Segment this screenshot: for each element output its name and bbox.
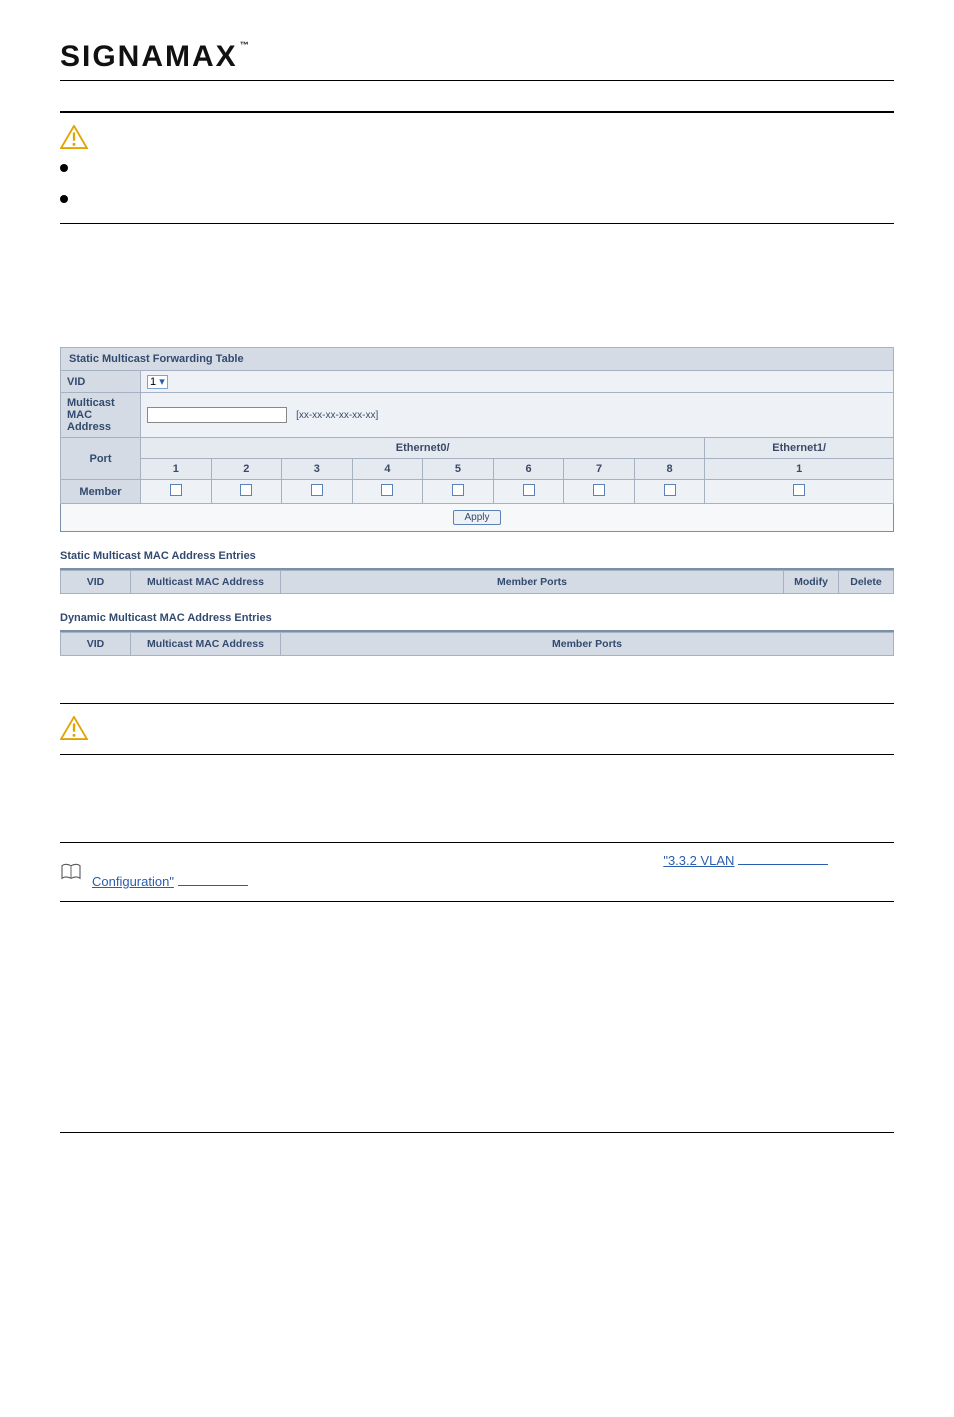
note-label: Note: <box>92 853 123 868</box>
example-intro: Configure the device to: <box>60 282 894 303</box>
port-col: 4 <box>352 459 423 480</box>
member-checkbox[interactable] <box>381 484 393 496</box>
col-mac: Multicast MAC Address <box>131 571 281 594</box>
note-block: Note: This section describes the configu… <box>60 851 894 893</box>
note-bottom-rule <box>60 901 894 902</box>
member-checkbox[interactable] <box>793 484 805 496</box>
member-checkbox[interactable] <box>593 484 605 496</box>
configuration-example-heading: Configuration Example <box>60 252 894 272</box>
bullet-dot-icon <box>60 195 68 203</box>
caution2-top-rule <box>60 703 894 704</box>
bullet-text: When you delete all the ports of a certa… <box>82 190 894 211</box>
bullet-dot-icon <box>60 164 68 172</box>
static-entries-table: VID Multicast MAC Address Member Ports M… <box>60 570 894 594</box>
header-rule <box>60 80 894 81</box>
col-ports: Member Ports <box>281 571 784 594</box>
book-icon <box>60 863 82 881</box>
caution-bullets: When you delete a certain VLAN, the mult… <box>60 159 894 211</box>
bullet-item: When you delete all the ports of a certa… <box>60 190 894 211</box>
caution-block-1: Caution: <box>60 123 894 149</box>
vid-label: VID <box>61 371 141 393</box>
note-link-2[interactable]: Configuration" <box>92 874 174 889</box>
member-checkbox[interactable] <box>170 484 182 496</box>
member-label: Member <box>61 480 141 504</box>
note-link-underline <box>738 854 828 866</box>
multicast-forwarding-table: Static Multicast Forwarding Table VID 1 … <box>60 347 894 532</box>
port-col: 1 <box>141 459 212 480</box>
port-col: 6 <box>493 459 564 480</box>
chevron-down-icon: ▾ <box>159 376 165 388</box>
port-col: 3 <box>282 459 353 480</box>
port-col: 8 <box>634 459 705 480</box>
vid-cell: 1 ▾ <box>141 371 894 393</box>
port-col: 1 <box>705 459 894 480</box>
mac-hint: [xx-xx-xx-xx-xx-xx] <box>296 410 378 421</box>
table-title: Static Multicast Forwarding Table <box>61 348 894 371</box>
caution-label: Caution: <box>96 714 149 729</box>
col-mac: Multicast MAC Address <box>131 633 281 656</box>
member-checkbox[interactable] <box>664 484 676 496</box>
dynamic-entries-table: VID Multicast MAC Address Member Ports <box>60 632 894 656</box>
member-checkbox[interactable] <box>240 484 252 496</box>
member-checkbox[interactable] <box>311 484 323 496</box>
mac-input[interactable] <box>147 407 287 423</box>
note-body-prefix: This section describes the configuration… <box>126 853 663 868</box>
caution-text: Before adding a multicast MAC address in… <box>157 714 894 744</box>
note-text: Note: This section describes the configu… <box>92 851 828 893</box>
footer-rule <box>60 1132 894 1133</box>
note-top-rule <box>60 842 894 843</box>
port-col: 7 <box>564 459 635 480</box>
bullet-text: When you delete a certain VLAN, the mult… <box>82 159 894 180</box>
brand-logo: SIGNAMAX™ <box>60 40 894 74</box>
logo-text: SIGNAMAX™ <box>60 40 249 74</box>
port-label: Port <box>61 438 141 480</box>
static-entries-title: Static Multicast MAC Address Entries <box>60 550 894 562</box>
col-modify: Modify <box>784 571 839 594</box>
port-col: 2 <box>211 459 282 480</box>
col-vid: VID <box>61 571 131 594</box>
caution-bottom-rule <box>60 223 894 224</box>
mac-cell: [xx-xx-xx-xx-xx-xx] <box>141 393 894 438</box>
logo-tm: ™ <box>240 40 249 50</box>
caution-label: Caution: <box>96 123 149 138</box>
dynamic-entries-title: Dynamic Multicast MAC Address Entries <box>60 612 894 624</box>
mac-label: Multicast MAC Address <box>61 393 141 438</box>
col-vid: VID <box>61 633 131 656</box>
note-link-1[interactable]: "3.3.2 VLAN <box>663 853 734 868</box>
apply-button[interactable]: Apply <box>453 510 500 525</box>
figure-caption: Figure 3-20 Add a static multicast MAC a… <box>60 670 894 685</box>
section-3-3-1-heading: 3.3.1 Overview <box>60 814 894 832</box>
caution-icon <box>60 716 88 740</box>
port-col: 5 <box>423 459 494 480</box>
section-3-3-heading: 3.3 Configuring VLAN <box>60 783 894 804</box>
note-link-underline-2 <box>178 874 248 886</box>
caution-top-rule <box>60 111 894 113</box>
note-body-suffix: . <box>248 874 252 889</box>
example-step: Add a multicast MAC address 0100-0001-00… <box>60 310 894 331</box>
bullet-item: When you delete a certain VLAN, the mult… <box>60 159 894 180</box>
caution2-bottom-rule <box>60 754 894 755</box>
member-checkbox[interactable] <box>523 484 535 496</box>
col-ports: Member Ports <box>281 633 894 656</box>
caution-icon <box>60 125 88 149</box>
eth0-header: Ethernet0/ <box>141 438 705 459</box>
member-checkbox[interactable] <box>452 484 464 496</box>
logo-main: SIGNAMAX <box>60 40 238 73</box>
col-delete: Delete <box>839 571 894 594</box>
vid-select[interactable]: 1 ▾ <box>147 375 168 389</box>
eth1-header: Ethernet1/ <box>705 438 894 459</box>
vid-value: 1 <box>150 376 156 388</box>
caution-block-2: Caution: Before adding a multicast MAC a… <box>60 714 894 744</box>
